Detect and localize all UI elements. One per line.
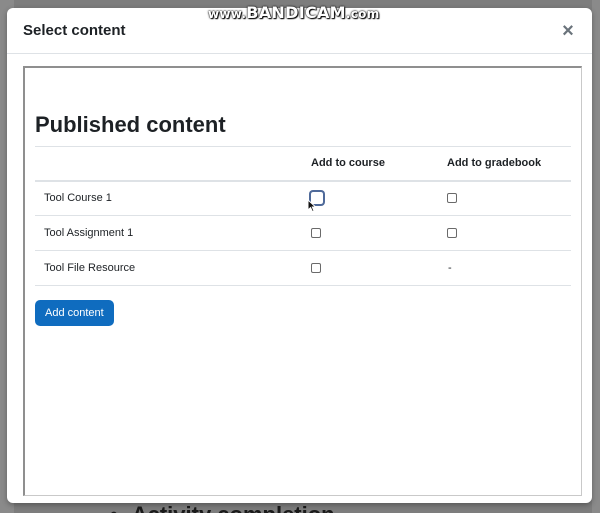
modal-body: Published content Add to course Add to g… [7,54,592,496]
table-row: Tool Assignment 1 [35,216,571,251]
mouse-pointer-icon [307,199,317,213]
bullet-icon: • [110,503,118,513]
background-section-heading: •Activity completion [110,503,335,513]
content-table: Add to course Add to gradebook Tool Cour… [35,146,571,286]
table-row: Tool File Resource - [35,251,571,286]
add-to-gradebook-checkbox[interactable] [447,228,457,239]
add-to-course-checkbox[interactable] [311,263,321,274]
add-to-gradebook-checkbox[interactable] [447,193,457,204]
section-title: Published content [35,112,226,137]
column-header-name [35,147,303,181]
content-name: Tool Assignment 1 [44,227,134,239]
recording-watermark: www.BANDICAM.com [208,3,380,22]
background-page-right [592,0,600,513]
column-header-add-to-gradebook: Add to gradebook [447,157,542,170]
modal-title: Select content [23,22,126,39]
column-header-add-to-course: Add to course [311,157,385,170]
table-header-row: Add to course Add to gradebook [35,146,571,181]
add-content-button[interactable]: Add content [35,300,114,326]
close-button[interactable]: × [558,21,578,41]
add-to-course-checkbox[interactable] [311,228,321,239]
content-name: Tool File Resource [44,262,136,274]
content-name: Tool Course 1 [44,192,112,205]
gradebook-not-applicable: - [448,262,452,274]
content-frame: Published content Add to course Add to g… [23,66,582,496]
select-content-modal: Select content × Published content Add t… [7,8,592,503]
table-row: Tool Course 1 [35,181,571,216]
